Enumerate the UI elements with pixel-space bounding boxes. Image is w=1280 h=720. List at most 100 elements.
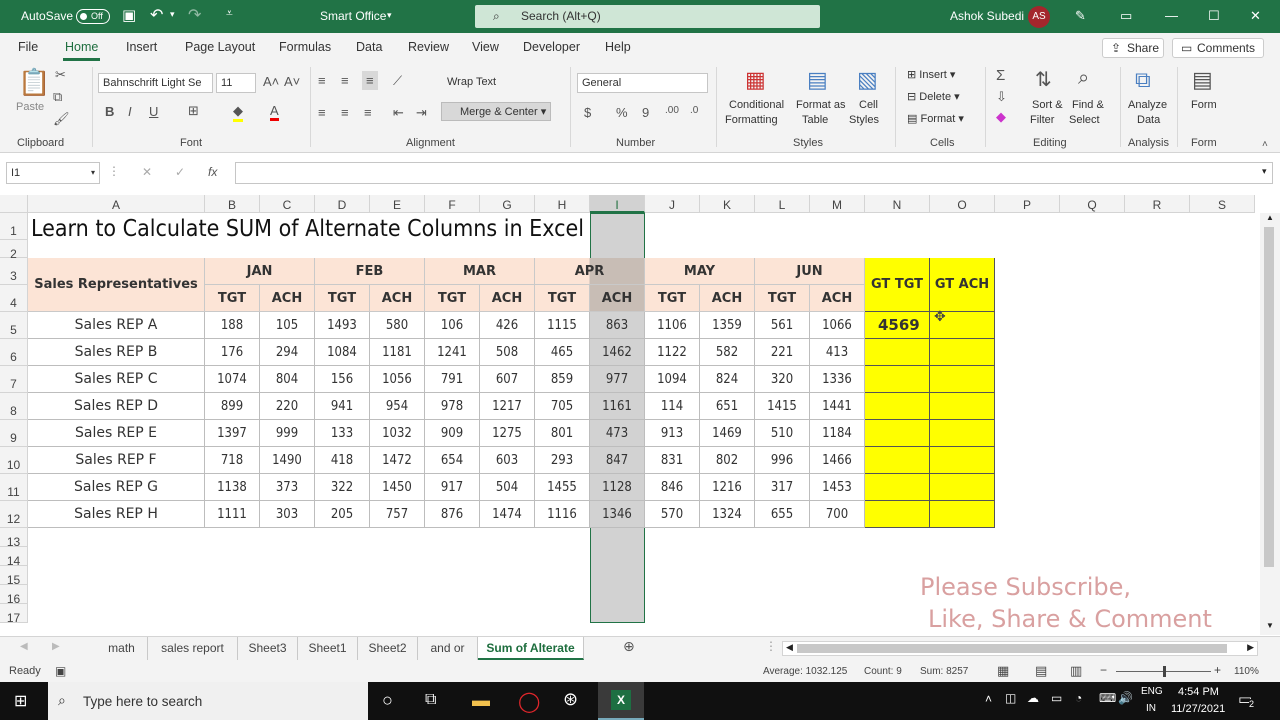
data-cell[interactable]: 426 [480, 312, 535, 339]
row-header-5[interactable]: 5 [0, 312, 28, 339]
row-header-8[interactable]: 8 [0, 393, 28, 420]
sort-filter-label1[interactable]: Sort & [1032, 99, 1063, 111]
accessibility-icon[interactable]: ▣ [55, 664, 66, 678]
ribbon-display-icon[interactable]: ▭ [1120, 8, 1132, 24]
battery-icon[interactable]: ▭ [1051, 691, 1062, 705]
row-header-13[interactable]: 13 [0, 528, 28, 549]
row-header-9[interactable]: 9 [0, 420, 28, 447]
column-header-q[interactable]: Q [1060, 195, 1125, 213]
analyze-data-label2[interactable]: Data [1137, 114, 1160, 126]
increase-decimal-icon[interactable]: .00 [665, 105, 679, 116]
find-select-label2[interactable]: Select [1069, 114, 1100, 126]
sheet-tab-sales-report[interactable]: sales report [148, 637, 238, 660]
windows-start-icon[interactable]: ⊞ [14, 691, 27, 711]
data-cell[interactable]: 176 [205, 339, 260, 366]
form-label[interactable]: Form [1191, 99, 1217, 111]
data-cell[interactable]: 1032 [370, 420, 425, 447]
clock-date[interactable]: 11/27/2021 [1171, 703, 1225, 715]
status-sum[interactable]: Sum: 8257 [920, 666, 968, 677]
sheet-tab-and-or[interactable]: and or [418, 637, 478, 660]
data-cell[interactable]: 1106 [645, 312, 700, 339]
tab-page-layout[interactable]: Page Layout [185, 40, 255, 54]
data-cell[interactable]: 824 [700, 366, 755, 393]
gt-ach-cell[interactable] [930, 420, 995, 447]
increase-indent-icon[interactable]: ⇥ [416, 105, 427, 121]
analyze-data-label1[interactable]: Analyze [1128, 99, 1167, 111]
data-cell[interactable]: 941 [315, 393, 370, 420]
row-header-16[interactable]: 16 [0, 585, 28, 606]
data-cell[interactable]: 510 [755, 420, 810, 447]
form-icon[interactable]: ▤ [1192, 67, 1213, 93]
task-view-icon[interactable]: ⧉ [425, 691, 436, 709]
vertical-scrollbar[interactable]: ▲ ▼ [1260, 213, 1280, 635]
format-painter-icon[interactable]: 🖌 [53, 111, 70, 127]
volume-icon[interactable]: 🔊 [1118, 691, 1133, 705]
cut-icon[interactable]: ✂ [55, 67, 66, 83]
share-button[interactable]: ⇪ Share [1102, 38, 1164, 58]
format-as-table-icon[interactable]: ▤ [807, 67, 828, 93]
new-sheet-icon[interactable]: ⊕ [623, 638, 635, 655]
tab-home[interactable]: Home [62, 40, 101, 61]
number-format-select[interactable]: General [577, 73, 708, 93]
data-cell[interactable]: 508 [480, 339, 535, 366]
column-header-d[interactable]: D [315, 195, 370, 213]
tab-review[interactable]: Review [408, 40, 449, 54]
align-center-icon[interactable]: ≡ [341, 105, 349, 120]
file-explorer-icon[interactable]: ▬ [472, 690, 490, 711]
scroll-right-icon[interactable]: ▶ [1247, 642, 1254, 653]
data-cell[interactable]: 831 [645, 447, 700, 474]
horizontal-scroll-thumb[interactable] [797, 644, 1227, 653]
data-cell[interactable]: 1138 [205, 474, 260, 501]
data-cell[interactable]: 954 [370, 393, 425, 420]
data-cell[interactable]: 418 [315, 447, 370, 474]
row-header-10[interactable]: 10 [0, 447, 28, 474]
align-top-icon[interactable]: ≡ [318, 73, 326, 88]
column-header-l[interactable]: L [755, 195, 810, 213]
data-cell[interactable]: 1336 [810, 366, 865, 393]
data-cell[interactable]: 1066 [810, 312, 865, 339]
column-header-g[interactable]: G [480, 195, 535, 213]
column-header-r[interactable]: R [1125, 195, 1190, 213]
sheet-tab-sheet3[interactable]: Sheet3 [238, 637, 298, 660]
data-cell[interactable]: 1455 [535, 474, 590, 501]
gt-ach-cell[interactable] [930, 501, 995, 528]
data-cell[interactable]: 1122 [645, 339, 700, 366]
gt-tgt-cell[interactable] [865, 393, 930, 420]
next-sheet-icon[interactable]: ▶ [52, 641, 60, 652]
data-cell[interactable]: 705 [535, 393, 590, 420]
tray-icon-1[interactable]: ◫ [1005, 691, 1016, 705]
data-cell[interactable]: 863 [590, 312, 645, 339]
close-icon[interactable]: ✕ [1250, 8, 1261, 24]
column-header-m[interactable]: M [810, 195, 865, 213]
data-cell[interactable]: 1453 [810, 474, 865, 501]
row-header-3[interactable]: 3 [0, 258, 28, 285]
tab-insert[interactable]: Insert [126, 40, 157, 54]
sheet-tab-sum-of-alterate[interactable]: Sum of Alterate [478, 637, 584, 660]
sort-filter-icon[interactable]: ⇅ [1035, 67, 1052, 92]
data-cell[interactable]: 603 [480, 447, 535, 474]
data-cell[interactable]: 303 [260, 501, 315, 528]
data-cell[interactable]: 106 [425, 312, 480, 339]
data-cell[interactable]: 320 [755, 366, 810, 393]
increase-font-icon[interactable]: A˄ [263, 74, 279, 89]
data-cell[interactable]: 1346 [590, 501, 645, 528]
row-header-7[interactable]: 7 [0, 366, 28, 393]
page-break-view-icon[interactable]: ▥ [1070, 663, 1082, 679]
tab-developer[interactable]: Developer [523, 40, 580, 54]
tray-chevron-icon[interactable]: ˄ [985, 692, 992, 706]
tab-formulas[interactable]: Formulas [279, 40, 331, 54]
gt-ach-cell[interactable] [930, 393, 995, 420]
sheet-tab-math[interactable]: math [96, 637, 148, 660]
column-header-n[interactable]: N [865, 195, 930, 213]
data-cell[interactable]: 1397 [205, 420, 260, 447]
horizontal-scrollbar[interactable]: ◀ ▶ [782, 641, 1258, 656]
align-left-icon[interactable]: ≡ [318, 105, 326, 120]
column-header-b[interactable]: B [205, 195, 260, 213]
column-header-o[interactable]: O [930, 195, 995, 213]
sort-filter-label2[interactable]: Filter [1030, 114, 1054, 126]
status-count[interactable]: Count: 9 [864, 666, 902, 677]
column-header-f[interactable]: F [425, 195, 480, 213]
row-header-12[interactable]: 12 [0, 501, 28, 528]
paste-icon[interactable]: 📋 [18, 67, 50, 98]
currency-icon[interactable]: $ [584, 105, 591, 120]
